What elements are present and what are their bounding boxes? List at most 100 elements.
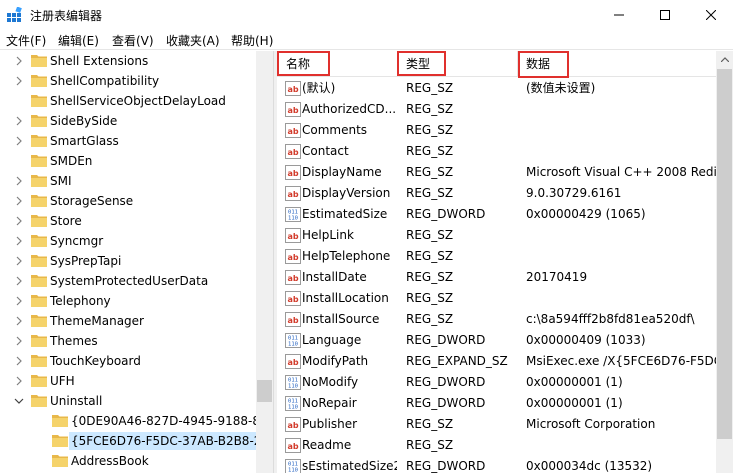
svg-text:ab: ab	[287, 232, 298, 241]
tree-item[interactable]: SystemProtectedUserData	[0, 271, 256, 291]
tree-scrollbar-thumb[interactable]	[257, 380, 272, 402]
tree-item[interactable]: {5FCE6D76-F5DC-37AB-B2B8-22	[0, 431, 272, 451]
value-type: REG_SZ	[406, 228, 454, 242]
chevron-right-icon[interactable]	[14, 215, 24, 227]
svg-text:ab: ab	[287, 169, 298, 178]
chevron-right-icon[interactable]	[14, 115, 24, 127]
table-row[interactable]: ab DisplayName REG_SZ Microsoft Visual C++ …	[277, 162, 716, 183]
value-data: MsiExec.exe /X{5FCE6D76-F5DC-	[526, 354, 716, 368]
close-button[interactable]	[688, 0, 733, 30]
minimize-button[interactable]	[596, 0, 642, 30]
menu-edit[interactable]: 编辑(E)	[58, 32, 99, 49]
tree-item[interactable]: Telephony	[0, 291, 256, 311]
chevron-right-icon[interactable]	[14, 315, 24, 327]
tree-item[interactable]: SMDEn	[0, 151, 256, 171]
svg-text:ab: ab	[287, 421, 298, 430]
tree-item-label: Themes	[50, 334, 98, 348]
table-row[interactable]: 011 110 NoModify REG_DWORD 0x00000001 (1)	[277, 372, 716, 393]
tree-item[interactable]: TouchKeyboard	[0, 351, 256, 371]
list-scrollbar[interactable]	[716, 51, 733, 473]
value-type: REG_DWORD	[406, 396, 486, 410]
values-list[interactable]: 名称 类型 数据 ab (默认) REG_SZ (数值未设置) ab Authorized…	[277, 51, 716, 473]
menu-bar: 文件(F) 编辑(E) 查看(V) 收藏夹(A) 帮助(H)	[0, 30, 733, 50]
value-name: Publisher	[302, 417, 358, 431]
folder-icon	[31, 235, 47, 247]
chevron-right-icon[interactable]	[14, 375, 24, 387]
value-type: REG_DWORD	[406, 207, 486, 221]
table-row[interactable]: ab Publisher REG_SZ Microsoft Corporation	[277, 414, 716, 435]
tree-item[interactable]: ShellCompatibility	[0, 71, 256, 91]
table-row[interactable]: ab InstallDate REG_SZ 20170419	[277, 267, 716, 288]
menu-favorites[interactable]: 收藏夹(A)	[166, 32, 220, 49]
value-name: sEstimatedSize2	[302, 459, 397, 473]
binary-value-icon: 011110	[285, 459, 301, 473]
chevron-right-icon[interactable]	[14, 335, 24, 347]
table-row[interactable]: ab DisplayVersion REG_SZ 9.0.30729.6161	[277, 183, 716, 204]
tree-item[interactable]: Shell Extensions	[0, 51, 256, 71]
tree-item[interactable]: SysPrepTapi	[0, 251, 256, 271]
string-value-icon: ab	[285, 291, 301, 306]
tree-item[interactable]: Syncmgr	[0, 231, 256, 251]
chevron-right-icon[interactable]	[14, 275, 24, 287]
value-type: REG_SZ	[406, 417, 454, 431]
table-row[interactable]: ab Comments REG_SZ	[277, 120, 716, 141]
value-data: Microsoft Corporation	[526, 417, 656, 431]
table-row[interactable]: ab ModifyPath REG_EXPAND_SZ MsiExec.exe /X{…	[277, 351, 716, 372]
table-row[interactable]: 011 110 EstimatedSize REG_DWORD 0x00000429 (…	[277, 204, 716, 225]
table-row[interactable]: ab HelpLink REG_SZ	[277, 225, 716, 246]
value-name: Language	[302, 333, 362, 347]
svg-text:110: 110	[288, 384, 298, 390]
registry-tree[interactable]: Shell Extensions ShellCompatibility ShellS…	[0, 51, 273, 473]
chevron-down-icon[interactable]	[14, 395, 24, 407]
tree-item[interactable]: Uninstall	[0, 391, 256, 411]
tree-item[interactable]: Store	[0, 211, 256, 231]
chevron-right-icon[interactable]	[14, 75, 24, 87]
table-row[interactable]: ab (默认) REG_SZ (数值未设置)	[277, 78, 716, 99]
tree-item[interactable]: SmartGlass	[0, 131, 256, 151]
chevron-right-icon[interactable]	[14, 295, 24, 307]
menu-view[interactable]: 查看(V)	[112, 32, 154, 49]
menu-file[interactable]: 文件(F)	[6, 32, 46, 49]
value-data: 0x00000409 (1033)	[526, 333, 646, 347]
string-value-icon: ab	[285, 102, 301, 117]
highlight-box-type	[397, 51, 446, 76]
chevron-right-icon[interactable]	[14, 235, 24, 247]
list-scrollbar-thumb[interactable]	[717, 69, 732, 439]
chevron-right-icon[interactable]	[14, 255, 24, 267]
tree-item[interactable]: Themes	[0, 331, 256, 351]
table-row[interactable]: ab AuthorizedCD... REG_SZ	[277, 99, 716, 120]
maximize-button[interactable]	[642, 0, 688, 30]
chevron-right-icon[interactable]	[14, 355, 24, 367]
table-row[interactable]: ab InstallSource REG_SZ c:\8a594fff2b8fd81e…	[277, 309, 716, 330]
menu-help[interactable]: 帮助(H)	[231, 32, 273, 49]
chevron-right-icon[interactable]	[14, 195, 24, 207]
chevron-right-icon[interactable]	[14, 135, 24, 147]
chevron-right-icon[interactable]	[14, 175, 24, 187]
value-data	[526, 99, 716, 120]
table-row[interactable]: ab InstallLocation REG_SZ	[277, 288, 716, 309]
tree-item[interactable]: SideBySide	[0, 111, 256, 131]
minimize-icon	[614, 14, 624, 16]
tree-item[interactable]: SMI	[0, 171, 256, 191]
scroll-up-button[interactable]	[716, 51, 733, 68]
table-row[interactable]: ab HelpTelephone REG_SZ	[277, 246, 716, 267]
table-row[interactable]: ab Contact REG_SZ	[277, 141, 716, 162]
table-row[interactable]: ab Readme REG_SZ	[277, 435, 716, 456]
value-name: HelpLink	[302, 228, 354, 242]
tree-item-label: SideBySide	[50, 114, 118, 128]
tree-item[interactable]: {0DE90A46-827D-4945-9188-877	[0, 411, 273, 431]
tree-item[interactable]: AddressBook	[0, 451, 256, 471]
tree-item[interactable]: ThemeManager	[0, 311, 256, 331]
tree-scrollbar[interactable]	[256, 51, 273, 473]
tree-item-label: StorageSense	[50, 194, 134, 208]
tree-item[interactable]: ShellServiceObjectDelayLoad	[0, 91, 256, 111]
tree-item[interactable]: StorageSense	[0, 191, 256, 211]
value-type: REG_SZ	[406, 144, 454, 158]
table-row[interactable]: 011 110 NoRepair REG_DWORD 0x00000001 (1)	[277, 393, 716, 414]
svg-text:ab: ab	[287, 316, 298, 325]
table-row[interactable]: 011 110 sEstimatedSize2 REG_DWORD 0x000034dc…	[277, 456, 716, 473]
tree-item[interactable]: UFH	[0, 371, 256, 391]
value-name: DisplayVersion	[302, 186, 391, 200]
chevron-right-icon[interactable]	[14, 55, 24, 67]
table-row[interactable]: 011 110 Language REG_DWORD 0x00000409 (1033)	[277, 330, 716, 351]
